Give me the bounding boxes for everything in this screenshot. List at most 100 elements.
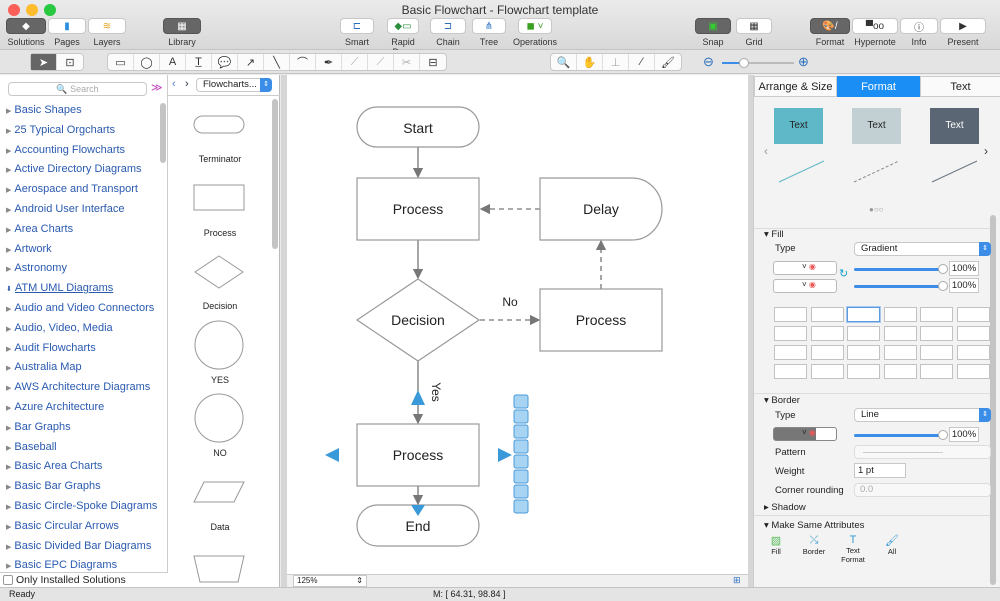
zoom-tool-icon[interactable]: 🔍	[551, 54, 577, 70]
sidebar-item[interactable]: ▶ Active Directory Diagrams	[6, 163, 142, 175]
sidebar-item[interactable]: ▶ Audio, Video, Media	[6, 322, 113, 334]
rapid-draw-right-arrow[interactable]	[498, 448, 512, 462]
page-dots[interactable]: ●○○	[869, 205, 884, 214]
text-tool-icon[interactable]: A	[160, 54, 186, 70]
chain-button[interactable]: ⊐ Chain	[430, 18, 466, 47]
drawing-canvas[interactable]: Start Process Delay Decision Process Pro…	[287, 75, 748, 574]
gradient-swatch[interactable]	[847, 307, 880, 322]
solution-browser-icon[interactable]: ≫	[151, 81, 163, 94]
fill-section-header[interactable]: ▾ Fill	[764, 229, 784, 240]
quick-rectangle-icon[interactable]	[513, 394, 529, 409]
forward-icon[interactable]: ›	[185, 78, 189, 90]
sidebar-scrollbar[interactable]	[160, 103, 166, 163]
format-button[interactable]: 🎨/ Format	[810, 18, 850, 47]
panel-scrollbar[interactable]	[990, 215, 996, 585]
hypernote-button[interactable]: ▀oo Hypernote	[852, 18, 898, 47]
weight-field[interactable]: 1 pt	[854, 463, 906, 478]
fill-opacity2-slider[interactable]	[854, 285, 942, 288]
connector-preset-1[interactable]	[778, 160, 825, 183]
decision-shape[interactable]	[194, 255, 244, 289]
border-opacity-field[interactable]: 100%	[949, 427, 979, 442]
style-preset-3[interactable]: Text	[930, 108, 979, 144]
quick-arrow-connector-icon[interactable]	[513, 499, 529, 514]
sidebar-item[interactable]: ▶ Basic Circular Arrows	[6, 520, 119, 532]
back-icon[interactable]: ‹	[172, 78, 176, 90]
rapid-draw-up-arrow[interactable]	[411, 390, 425, 405]
gradient-swatch[interactable]	[883, 364, 917, 379]
quick-parallelogram-icon[interactable]	[513, 424, 529, 439]
zoom-select[interactable]: 125% ⇕	[293, 575, 367, 587]
no-shape[interactable]	[194, 393, 244, 443]
border-color-picker[interactable]: ˅ ◉	[773, 427, 837, 441]
quick-trapezoid-icon[interactable]	[513, 439, 529, 454]
pen-tool-icon[interactable]: ✒	[316, 54, 342, 70]
data-shape[interactable]	[193, 481, 245, 503]
sidebar-item[interactable]: ▶ Basic Bar Graphs	[6, 480, 101, 492]
fill-color2-picker[interactable]: ˅ ◉	[773, 279, 837, 293]
gradient-swatch[interactable]	[883, 326, 917, 341]
connector-preset-2[interactable]	[853, 160, 900, 183]
gradient-swatch[interactable]	[810, 326, 844, 341]
gradient-swatch[interactable]	[920, 364, 953, 379]
fill-color1-picker[interactable]: ˅ ◉	[773, 261, 837, 275]
sidebar-item[interactable]: ▶ Basic Circle-Spoke Diagrams	[6, 500, 157, 512]
sidebar-item[interactable]: ▶ Basic Area Charts	[6, 460, 102, 472]
rectangle-tool-icon[interactable]: ▭	[108, 54, 134, 70]
sidebar-item[interactable]: ▶ AWS Architecture Diagrams	[6, 381, 150, 393]
sidebar-item[interactable]: ▶ Audit Flowcharts	[6, 342, 96, 354]
zoom-slider[interactable]	[722, 58, 794, 68]
add-point-tool-icon[interactable]: ⟋	[368, 54, 394, 70]
border-type-select[interactable]: Line ⇕	[854, 408, 991, 422]
tab-format[interactable]: Format	[837, 76, 920, 97]
manual-operation-shape[interactable]	[193, 555, 245, 583]
quick-document-icon[interactable]	[513, 454, 529, 469]
fill-type-select[interactable]: Gradient ⇕	[854, 242, 991, 256]
gradient-swatch[interactable]	[956, 307, 990, 322]
quick-elbow-connector-icon[interactable]	[513, 484, 529, 499]
yes-shape[interactable]	[194, 320, 244, 370]
library-selector[interactable]: Flowcharts... ⇕	[196, 78, 272, 92]
fit-page-icon[interactable]: ⊞	[733, 575, 741, 586]
quick-diamond-icon[interactable]	[513, 409, 529, 424]
pattern-select[interactable]	[854, 445, 991, 459]
text-select-tool-icon[interactable]: ⊡	[57, 54, 83, 70]
connector-preset-3[interactable]	[931, 160, 978, 183]
gradient-swatch[interactable]	[810, 345, 844, 360]
ellipse-tool-icon[interactable]: ◯	[134, 54, 160, 70]
gradient-swatch[interactable]	[956, 326, 990, 341]
sidebar-item[interactable]: ▶ Basic Shapes	[6, 104, 82, 116]
sidebar-item[interactable]: ▶ Aerospace and Transport	[6, 183, 138, 195]
solutions-button[interactable]: ◆ Solutions	[6, 18, 46, 47]
corner-rounding-select[interactable]: 0.0	[854, 483, 991, 497]
same-border-button[interactable]: ⤯ Border	[799, 534, 829, 556]
checkbox[interactable]	[3, 575, 13, 585]
gradient-swatch[interactable]	[956, 345, 990, 360]
fill-opacity2-field[interactable]: 100%	[949, 278, 979, 293]
gradient-swatch[interactable]	[810, 307, 844, 322]
present-button[interactable]: ▶ Present	[940, 18, 986, 47]
gradient-swatch[interactable]	[774, 307, 807, 322]
sidebar-item[interactable]: ▶ Azure Architecture	[6, 401, 104, 413]
tab-arrange-size[interactable]: Arrange & Size	[754, 76, 837, 97]
border-opacity-slider[interactable]	[854, 434, 942, 437]
same-all-button[interactable]: 🖌 All	[882, 534, 902, 556]
swap-colors-icon[interactable]: ↻	[839, 267, 848, 280]
grid-button[interactable]: ▦ Grid	[736, 18, 772, 47]
format-painter-icon[interactable]: 🖌	[655, 54, 681, 70]
operations-button[interactable]: ◼ ˅ Operations	[510, 18, 560, 47]
container-tool-icon[interactable]: ⊟	[420, 54, 446, 70]
gradient-swatch[interactable]	[920, 326, 953, 341]
sidebar-item[interactable]: ▶ Basic Divided Bar Diagrams	[6, 540, 151, 552]
rapid-draw-left-arrow[interactable]	[325, 448, 339, 462]
fill-opacity1-slider[interactable]	[854, 268, 942, 271]
zoom-in-icon[interactable]: ⊕	[798, 54, 809, 70]
search-input[interactable]: 🔍 Search	[8, 82, 147, 96]
process-shape[interactable]	[193, 184, 245, 211]
gradient-swatch[interactable]	[774, 326, 807, 341]
quick-terminator-icon[interactable]	[513, 469, 529, 484]
make-same-section-header[interactable]: ▾ Make Same Attributes	[764, 520, 864, 531]
only-installed-checkbox[interactable]: Only Installed Solutions	[0, 572, 168, 587]
gradient-swatch[interactable]	[920, 345, 953, 360]
arc-tool-icon[interactable]: ⌒	[290, 54, 316, 70]
gradient-swatch[interactable]	[847, 345, 880, 360]
